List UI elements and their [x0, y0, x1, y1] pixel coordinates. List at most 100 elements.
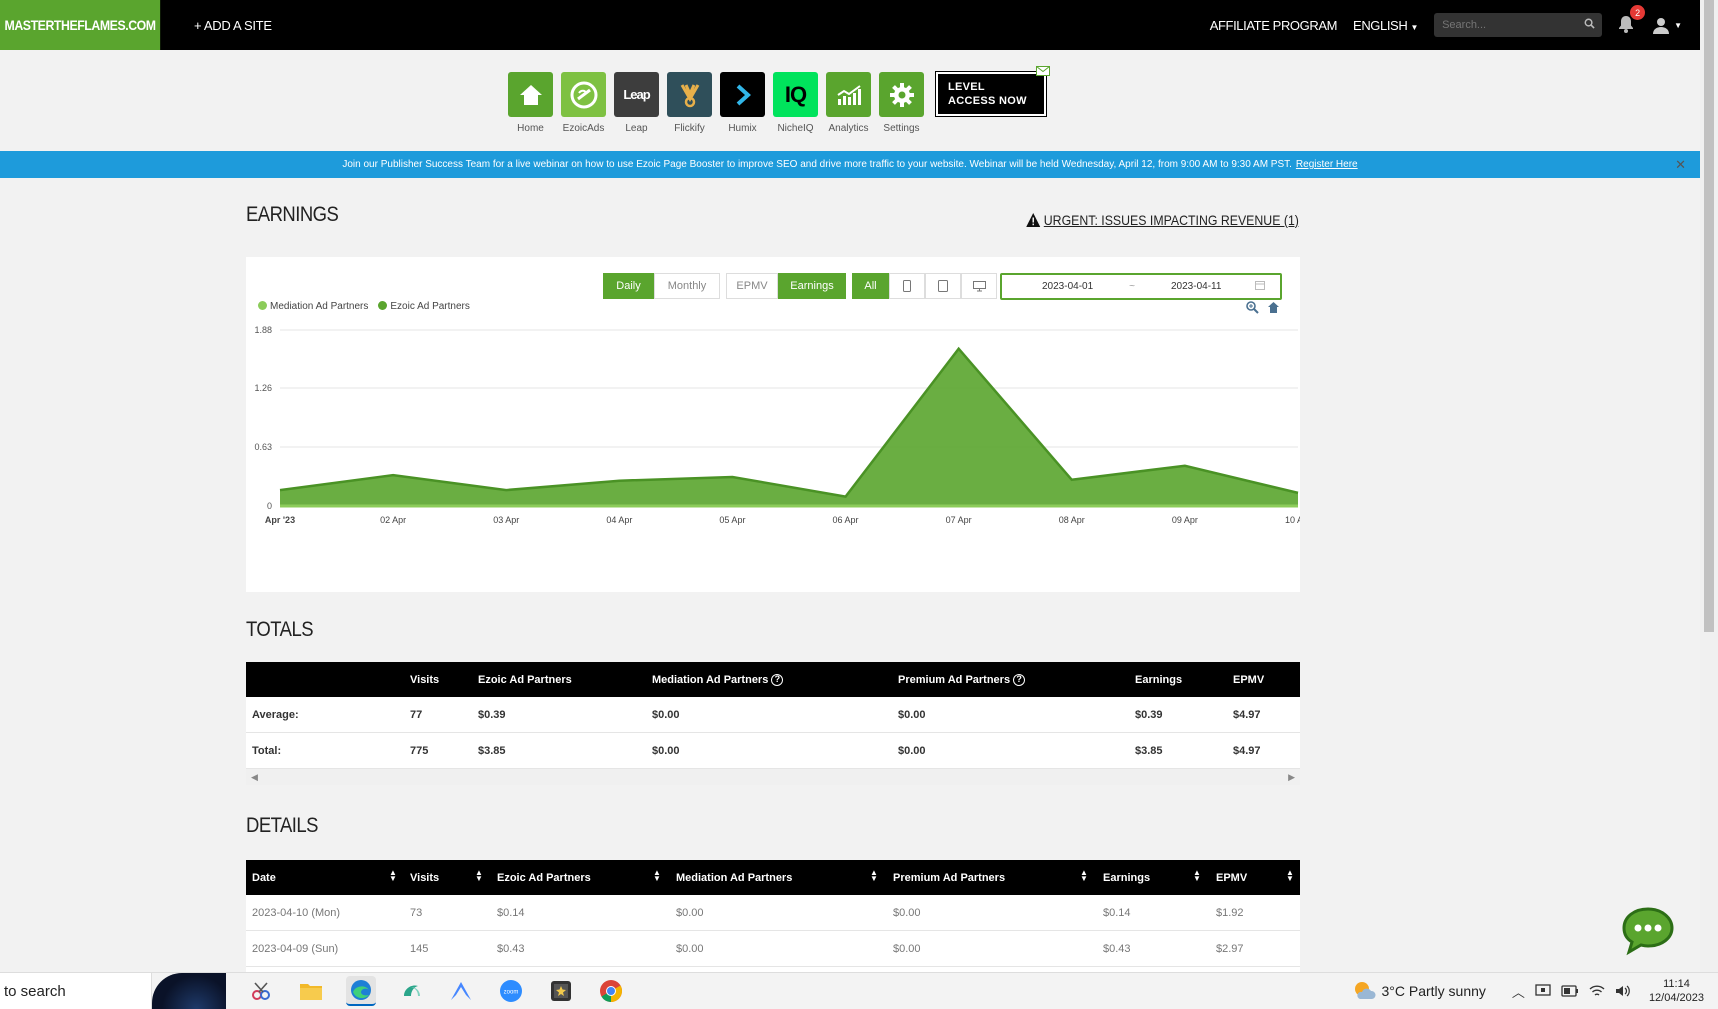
search-input[interactable]	[1442, 19, 1585, 31]
legend-dot	[258, 301, 267, 310]
earnings-button[interactable]: Earnings	[778, 273, 846, 299]
register-here-link[interactable]: Register Here	[1296, 159, 1358, 170]
app-humix[interactable]: Humix	[720, 72, 765, 134]
page-scrollbar[interactable]	[1700, 0, 1718, 972]
app-analytics[interactable]: Analytics	[826, 72, 871, 134]
calendar-icon[interactable]	[1255, 280, 1266, 293]
x-tick-label: 07 Apr	[946, 515, 972, 525]
all-devices-button[interactable]: All	[852, 273, 889, 299]
app-home[interactable]: Home	[508, 72, 553, 134]
edge-browser-icon[interactable]	[346, 976, 376, 1006]
date-from[interactable]: 2023-04-01	[1042, 281, 1093, 292]
file-explorer-icon[interactable]	[296, 976, 326, 1006]
app-label: Leap	[625, 123, 648, 134]
urgent-issues-link[interactable]: URGENT: ISSUES IMPACTING REVENUE (1)	[1026, 212, 1299, 228]
col-visits[interactable]: Visits	[410, 860, 439, 895]
nordvpn-icon[interactable]	[446, 976, 476, 1006]
app-leap[interactable]: Leap Leap	[614, 72, 659, 134]
tablet-icon	[938, 280, 948, 292]
col-mediation-ad-partners: Mediation Ad Partners?	[652, 662, 784, 697]
search-icon[interactable]	[1584, 18, 1595, 32]
sort-icon[interactable]: ▲ ▼	[1193, 869, 1201, 883]
sort-icon[interactable]: ▲ ▼	[653, 869, 661, 883]
app-nicheiq[interactable]: IQ NicheIQ	[773, 72, 818, 134]
chat-support-button[interactable]	[1620, 905, 1676, 957]
app-label: Home	[517, 123, 544, 134]
device-toggle: All	[852, 273, 997, 299]
period-toggle: Daily Monthly	[603, 273, 720, 299]
app-ezoicads[interactable]: EzoicAds	[561, 72, 606, 134]
col-label: Premium Ad Partners	[898, 673, 1011, 686]
cell: $2.97	[1216, 943, 1244, 955]
metric-toggle: EPMV Earnings	[726, 273, 846, 299]
home-icon	[508, 72, 553, 117]
legend-item-mediation[interactable]: Mediation Ad Partners	[258, 301, 368, 312]
cell: $0.00	[652, 745, 680, 757]
chart-legend: Mediation Ad Partners Ezoic Ad Partners	[258, 301, 470, 312]
app-settings[interactable]: Settings	[879, 72, 924, 134]
user-menu[interactable]: ▼	[1652, 16, 1682, 34]
volume-icon[interactable]	[1615, 984, 1631, 998]
cell: $3.85	[1135, 745, 1163, 757]
reset-home-icon[interactable]	[1267, 301, 1280, 314]
tablet-button[interactable]	[925, 273, 961, 299]
date-separator: ~	[1129, 281, 1135, 292]
zoom-icon[interactable]	[1246, 301, 1259, 314]
col-premium-ad-partners[interactable]: Premium Ad Partners	[893, 860, 1005, 895]
sort-icon[interactable]: ▲ ▼	[1286, 869, 1294, 883]
date-range-picker[interactable]: 2023-04-01 ~ 2023-04-11	[1000, 273, 1282, 300]
help-icon[interactable]: ?	[1013, 673, 1026, 686]
close-icon[interactable]: ✕	[1675, 157, 1686, 173]
battery-icon[interactable]	[1561, 985, 1579, 997]
table-horizontal-scrollbar[interactable]: ◀ ▶	[246, 769, 1300, 785]
col-ezoic-ad-partners[interactable]: Ezoic Ad Partners	[497, 860, 591, 895]
daily-button[interactable]: Daily	[603, 273, 654, 299]
analytics-icon	[826, 72, 871, 117]
sort-icon[interactable]: ▲ ▼	[475, 869, 483, 883]
wifi-icon[interactable]	[1589, 984, 1605, 998]
affiliate-program-link[interactable]: AFFILIATE PROGRAM	[1210, 18, 1338, 33]
app-flickify[interactable]: Flickify	[667, 72, 712, 134]
desktop-button[interactable]	[961, 273, 997, 299]
level-access-button[interactable]: LEVEL ACCESS NOW	[935, 66, 1050, 117]
epmv-button[interactable]: EPMV	[726, 273, 778, 299]
level-access-line2: ACCESS NOW	[948, 95, 1027, 107]
col-epmv[interactable]: EPMV	[1216, 860, 1247, 895]
taskbar-search[interactable]: to search	[0, 972, 152, 1009]
search-box[interactable]	[1434, 13, 1603, 37]
scroll-left-icon[interactable]: ◀	[251, 772, 258, 783]
x-tick-label: 03 Apr	[493, 515, 519, 525]
zoom-app-icon[interactable]: zoom	[496, 976, 526, 1006]
site-brand[interactable]: MASTERTHEFLAMES.COM	[0, 0, 161, 50]
weather-widget[interactable]: 3°C Partly sunny	[1352, 979, 1486, 1003]
legend-item-ezoic[interactable]: Ezoic Ad Partners	[378, 301, 470, 312]
details-header-row: Date Visits Ezoic Ad Partners Mediation …	[246, 860, 1300, 895]
mobile-button[interactable]	[889, 273, 925, 299]
help-icon[interactable]: ?	[771, 673, 784, 686]
chevron-up-icon[interactable]: ︿	[1512, 982, 1525, 1001]
add-site-link[interactable]: + ADD A SITE	[194, 18, 272, 33]
date-to[interactable]: 2023-04-11	[1171, 281, 1221, 292]
scrollbar-thumb[interactable]	[1704, 0, 1714, 632]
snipping-tool-icon[interactable]	[246, 976, 276, 1006]
monthly-button[interactable]: Monthly	[654, 273, 720, 299]
scroll-right-icon[interactable]: ▶	[1288, 772, 1295, 783]
x-tick-label: 02 Apr	[380, 515, 406, 525]
col-earnings[interactable]: Earnings	[1103, 860, 1150, 895]
chrome-browser-icon[interactable]	[596, 976, 626, 1006]
sort-icon[interactable]: ▲ ▼	[389, 869, 397, 883]
col-date[interactable]: Date	[252, 860, 276, 895]
col-mediation-ad-partners[interactable]: Mediation Ad Partners	[676, 860, 792, 895]
series-area-ezoic	[280, 348, 1298, 506]
app-icon[interactable]	[396, 976, 426, 1006]
taskbar-clock[interactable]: 11:14 12/04/2023	[1649, 977, 1704, 1005]
humix-icon	[720, 72, 765, 117]
notifications-button[interactable]: 2	[1616, 5, 1646, 36]
app-label: Settings	[883, 123, 920, 134]
media-app-icon[interactable]	[546, 976, 576, 1006]
display-icon[interactable]	[1535, 984, 1551, 998]
cell: $0.00	[893, 943, 921, 955]
sort-icon[interactable]: ▲ ▼	[870, 869, 878, 883]
language-dropdown[interactable]: ENGLISH ▼	[1353, 18, 1418, 33]
sort-icon[interactable]: ▲ ▼	[1080, 869, 1088, 883]
